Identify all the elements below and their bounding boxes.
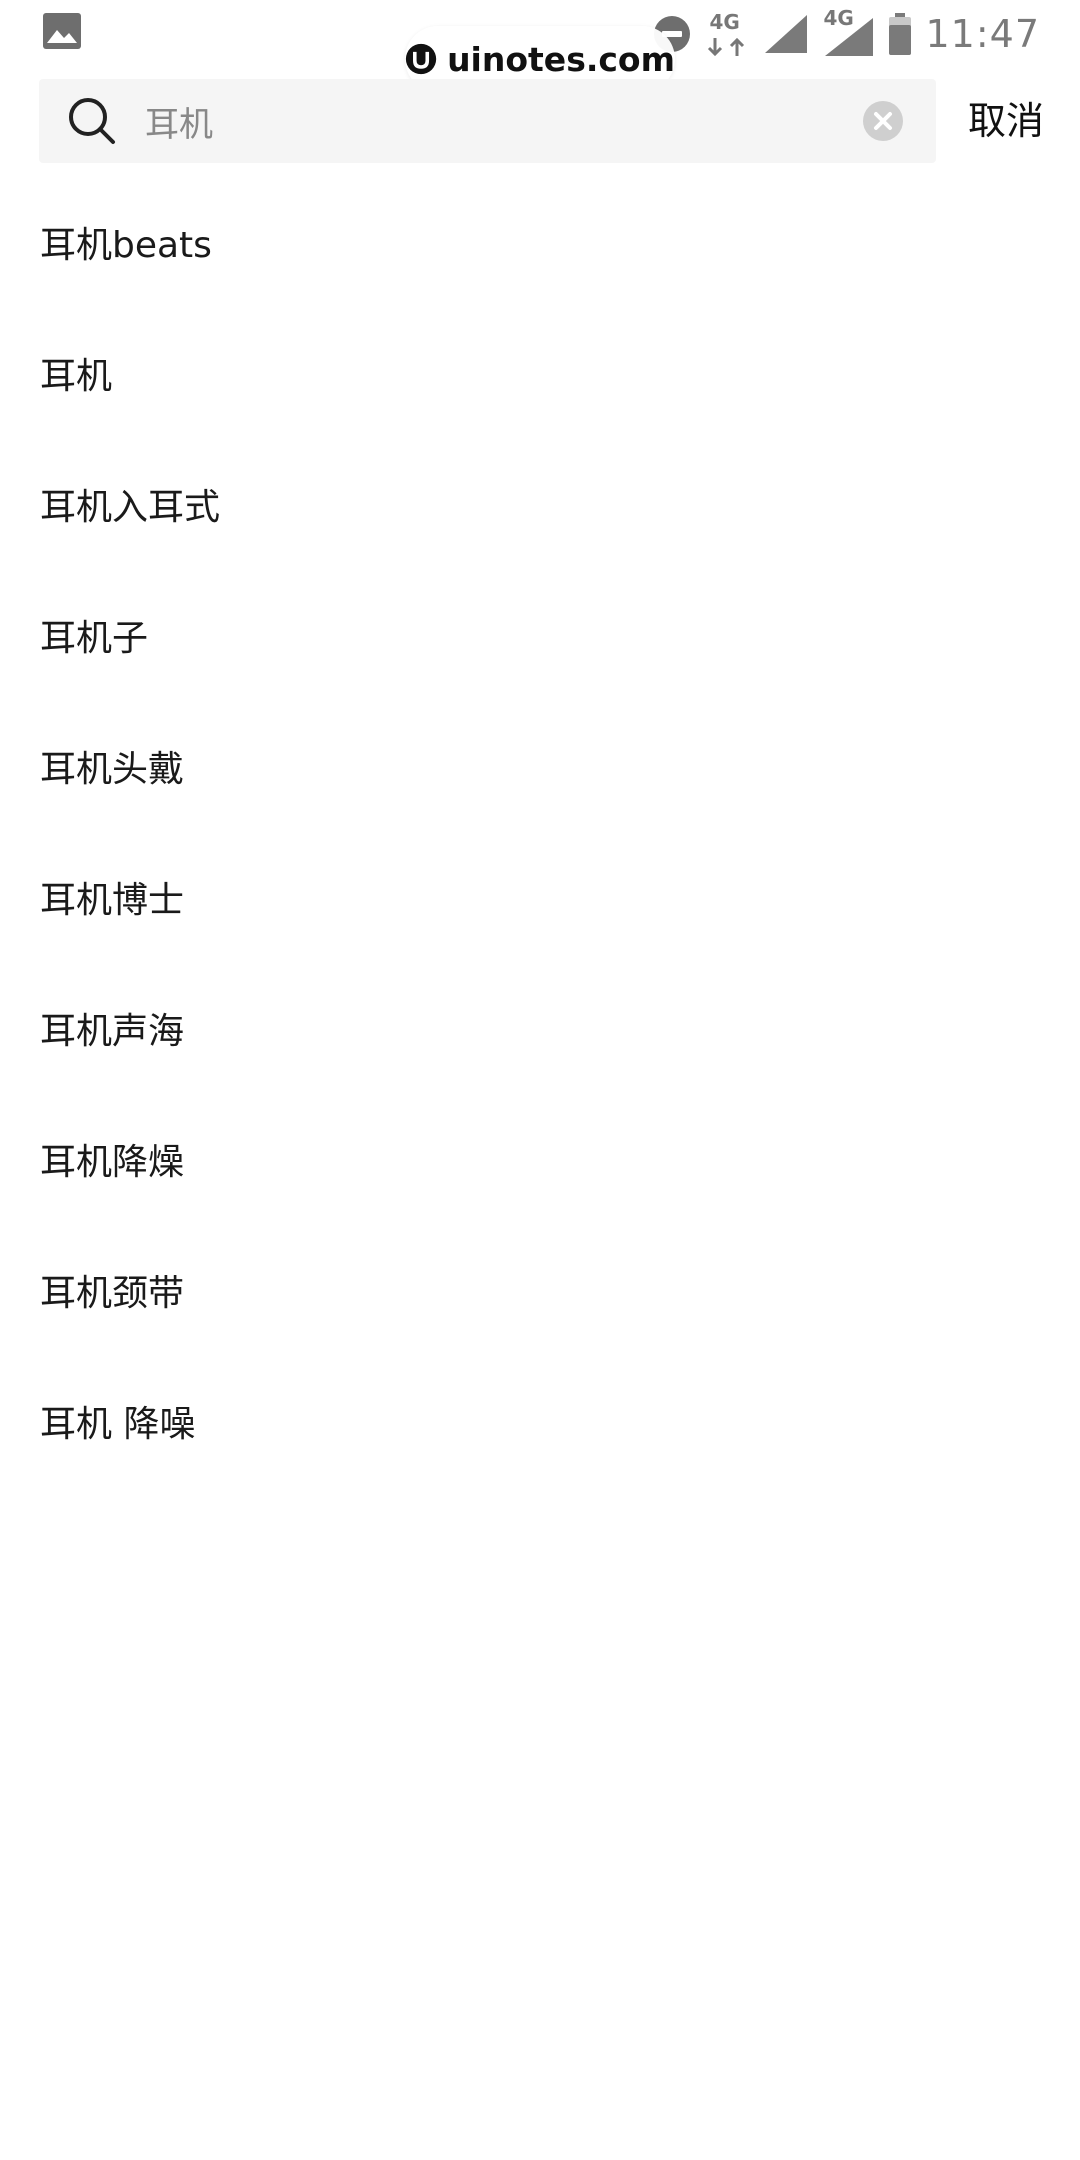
search-input[interactable]	[105, 79, 845, 163]
network-indicator-2: 4G	[823, 6, 875, 58]
network-indicator-1: 4G	[705, 10, 749, 58]
image-notification-icon	[43, 13, 81, 49]
suggestion-item[interactable]: 耳机入耳式	[0, 442, 1080, 573]
suggestion-item[interactable]: 耳机降燥	[0, 1097, 1080, 1228]
suggestion-item[interactable]: 耳机头戴	[0, 704, 1080, 835]
signal-icon	[765, 15, 808, 53]
status-icons: 4G 4G 11:47	[653, 6, 1040, 62]
suggestion-item[interactable]: 耳机颈带	[0, 1228, 1080, 1359]
suggestion-item[interactable]: 耳机博士	[0, 835, 1080, 966]
cancel-button[interactable]: 取消	[968, 79, 1044, 163]
battery-icon	[889, 13, 912, 55]
suggestion-item[interactable]: 耳机子	[0, 573, 1080, 704]
suggestion-item[interactable]: 耳机	[0, 311, 1080, 442]
uinotes-logo-icon	[405, 43, 437, 75]
network-type-label: 4G	[709, 10, 740, 34]
data-arrows-icon	[708, 37, 745, 57]
suggestion-item[interactable]: 耳机 降噪	[0, 1359, 1080, 1490]
suggestion-list: 耳机beats 耳机 耳机入耳式 耳机子 耳机头戴 耳机博士 耳机声海 耳机降燥…	[0, 180, 1080, 1490]
clear-icon[interactable]	[862, 100, 904, 142]
suggestion-item[interactable]: 耳机beats	[0, 180, 1080, 311]
status-time: 11:47	[925, 12, 1040, 56]
watermark-text: uinotes.com	[447, 39, 675, 79]
signal-icon	[825, 18, 874, 56]
suggestion-item[interactable]: 耳机声海	[0, 966, 1080, 1097]
search-bar[interactable]	[39, 79, 936, 163]
